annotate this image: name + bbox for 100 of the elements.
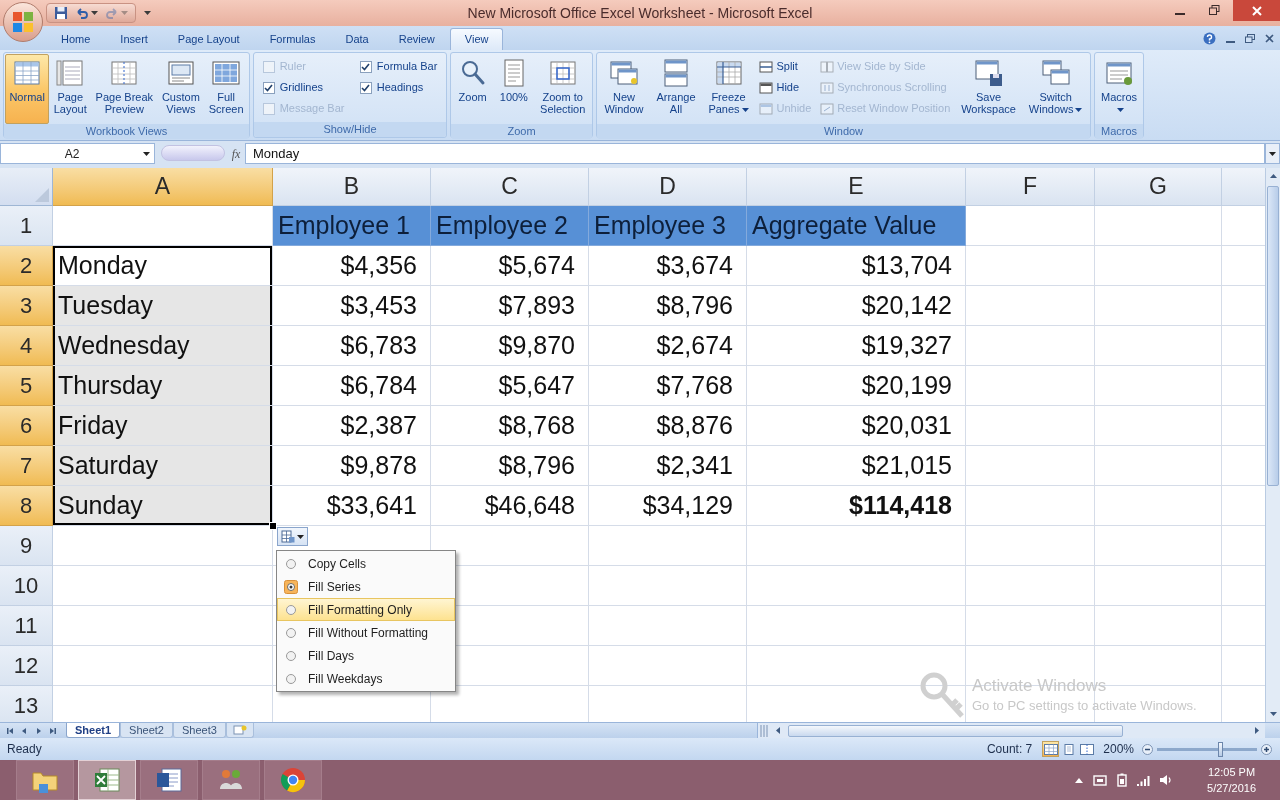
zoom-out-button[interactable] [1142,743,1153,755]
view-button[interactable] [1078,741,1096,757]
checkbox[interactable] [359,60,372,73]
sheet-tab[interactable]: Sheet3 [172,723,226,738]
splitter-handle[interactable] [161,145,225,161]
toolbar-button[interactable] [52,5,70,21]
horizontal-scrollbar[interactable] [757,723,1265,738]
ribbon-button[interactable]: Zoom to Selection [536,54,590,124]
row-header[interactable]: 7 [0,446,53,486]
ribbon-button[interactable]: Split [757,56,814,77]
ribbon-button[interactable]: Custom Views [157,54,204,124]
skip-left-icon [6,726,14,735]
ribbon-tab[interactable]: Data [330,28,384,50]
frozen-grid-icon [713,58,744,88]
up-triangle-icon [1269,174,1277,178]
row-header[interactable]: 11 [0,606,53,646]
menu-item[interactable]: Fill Formatting Only [277,598,455,621]
row-header[interactable]: 2 [0,246,53,286]
column-header[interactable]: F [966,168,1095,206]
close-button[interactable] [1265,33,1274,43]
ribbon-tab[interactable]: Formulas [254,28,331,50]
column-header[interactable]: B [273,168,431,206]
ribbon-tab[interactable]: Home [46,28,106,50]
table-cell: $4,356 [273,246,431,286]
name-box[interactable]: A2 [0,143,155,164]
menu-item[interactable]: Fill Weekdays [277,667,455,690]
row-header[interactable]: 6 [0,406,53,446]
scroll-thumb[interactable] [788,724,1123,737]
table-cell: $8,796 [589,286,747,326]
checkmark-icon [361,83,371,92]
zoom-in-button[interactable] [1261,743,1272,755]
ribbon-tab[interactable]: Page Layout [162,28,255,50]
vertical-scrollbar[interactable] [1265,168,1280,722]
slider-thumb[interactable] [1218,741,1223,757]
menu-item[interactable]: Fill Without Formatting [277,621,455,644]
window-icon [759,80,774,95]
formula-field[interactable]: Monday [245,143,1265,164]
zoom-level-button[interactable]: 200% [1099,740,1138,758]
taskbar-app[interactable] [202,760,260,800]
sheet-tab[interactable]: Sheet2 [120,723,173,738]
ribbon-button[interactable]: Macros [1096,54,1142,124]
menu-item[interactable]: Fill Series [277,575,455,598]
ribbon-tab[interactable]: Insert [105,28,163,50]
row-header[interactable]: 9 [0,526,53,566]
right-triangle-icon [34,726,42,735]
column-header[interactable]: G [1095,168,1222,206]
row-header[interactable]: 3 [0,286,53,326]
document-icon [154,765,184,795]
sheet-tab[interactable]: Sheet1 [66,723,121,738]
ribbon-button[interactable]: Normal [5,54,49,124]
column-header[interactable]: E [747,168,966,206]
restore-button[interactable] [1245,33,1255,43]
row-header[interactable]: 12 [0,646,53,686]
ribbon-tab[interactable]: Review [383,28,450,50]
checkbox[interactable] [359,81,372,94]
ribbon-button[interactable]: Save Workspace [957,54,1020,124]
paste-options-button[interactable] [277,527,308,546]
minimize-icon [1175,13,1185,15]
column-header[interactable]: C [431,168,589,206]
minimize-icon [1226,40,1235,43]
help-button[interactable] [1203,31,1216,45]
view-button[interactable] [1042,741,1060,757]
ribbon-button[interactable]: Switch Windows [1024,54,1087,124]
table-cell: $8,796 [431,446,589,486]
menu-item[interactable]: Fill Days [277,644,455,667]
expand-formula-button[interactable] [1265,143,1280,164]
scroll-thumb[interactable] [1267,186,1279,486]
ribbon-button[interactable]: Hide [757,77,814,98]
ribbon-button[interactable]: Full Screen [204,54,248,124]
column-header[interactable]: D [589,168,747,206]
table-cell: $5,674 [431,246,589,286]
row-header[interactable]: 4 [0,326,53,366]
row-header[interactable]: 5 [0,366,53,406]
table-cell: $21,015 [747,446,966,486]
tray-expand-button[interactable] [1075,777,1084,783]
clock-time: 12:05 PM [1208,765,1256,780]
menu-item[interactable]: Copy Cells [277,552,455,575]
row-header[interactable]: 1 [0,206,53,246]
ribbon-button[interactable]: Page Break Preview [91,54,158,124]
ribbon-button[interactable]: Zoom [453,54,492,124]
checkbox[interactable] [262,81,275,94]
table-cell: $20,031 [747,406,966,446]
taskbar-app[interactable] [140,760,198,800]
right-triangle-icon [1255,727,1259,734]
fill-handle[interactable] [269,522,277,530]
redo-arrow-icon [105,6,119,20]
ribbon-button[interactable]: Arrange All [652,54,700,124]
ribbon-button[interactable]: Page Layout [49,54,91,124]
row-header[interactable]: 10 [0,566,53,606]
ribbon-tab[interactable]: View [449,28,504,50]
insert-function-button[interactable]: fx [227,143,245,164]
ribbon-button[interactable]: New Window [600,54,648,124]
row-header[interactable]: 8 [0,486,53,526]
window-title: New Microsoft Office Excel Worksheet - Microsoft Excel [466,3,814,23]
column-header[interactable]: A [53,168,273,206]
ribbon-button[interactable]: 100% [494,54,533,124]
row-header[interactable]: 13 [0,686,53,722]
ribbon-button[interactable]: Freeze Panes [704,54,753,124]
device-icon [1093,773,1108,787]
close-button[interactable] [1233,0,1280,21]
